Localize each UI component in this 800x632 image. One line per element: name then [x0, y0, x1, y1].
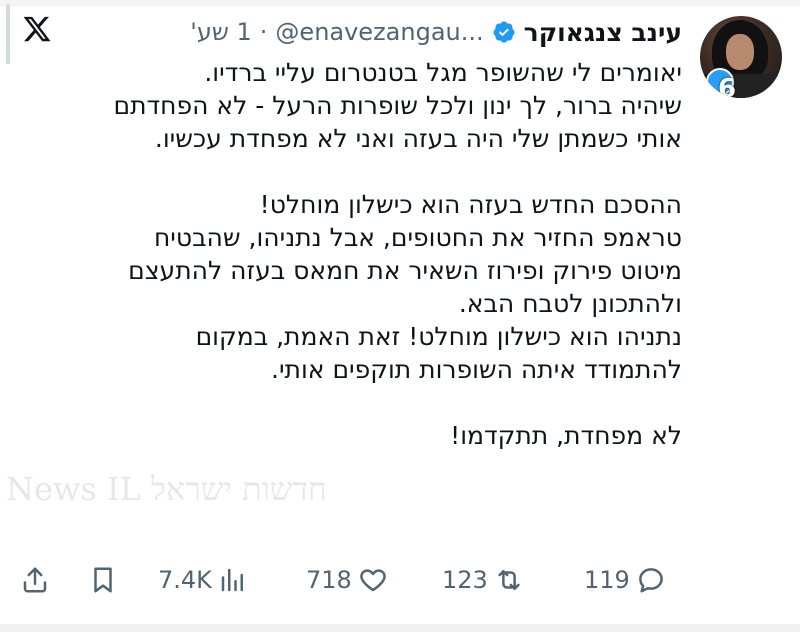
- top-edge: [0, 0, 800, 6]
- retweets-count: 123: [442, 566, 488, 594]
- views-icon: [221, 568, 243, 592]
- like-button[interactable]: 718: [306, 560, 388, 600]
- watermark: News IL חדשות ישראל: [6, 470, 327, 508]
- tweet-line: ההסכם החדש בעזה הוא כישלון מוחלט!: [259, 190, 682, 219]
- bottom-divider: [0, 624, 800, 632]
- author-name[interactable]: עינב צנגאוקר: [524, 18, 682, 47]
- action-bar: 7.4K 718 123 119: [0, 560, 800, 600]
- like-icon: [360, 569, 386, 592]
- replies-count: 119: [584, 566, 630, 594]
- verified-badge-icon: [493, 21, 515, 43]
- views-button[interactable]: 7.4K: [158, 560, 248, 600]
- tweet-line: יאומרים לי שהשופר מגל בטנטרום עליי ברדיו…: [204, 58, 682, 87]
- tweet-line: להתמודד איתה השופרות תוקפים אותי.: [271, 355, 682, 384]
- bookmark-icon: [94, 567, 112, 593]
- reply-icon: [638, 568, 663, 593]
- views-count: 7.4K: [158, 566, 212, 594]
- retweet-icon: [498, 570, 520, 590]
- bookmark-button[interactable]: [88, 560, 118, 600]
- share-button[interactable]: [20, 560, 50, 600]
- share-icon: [23, 567, 47, 593]
- tweet-line: מיטוט פירוק ופירוז השאיר את חמאס בעזה לה…: [128, 256, 682, 285]
- avatar-badge-text: 6: [718, 74, 737, 98]
- tweet-line: טראמפ החזיר את החטופים, אבל נתניהו, שהבט…: [153, 223, 682, 252]
- tweet-header: עינב צנגאוקר @enavezangau... · 1 שע': [190, 14, 682, 50]
- tweet-line: ולהתכונן לטבח הבא.: [458, 289, 682, 318]
- tweet-line: לא מפחדת, תתקדמו!: [450, 421, 682, 450]
- tweet-line: אותי כשמתן שלי היה בעזה ואני לא מפחדת עכ…: [154, 124, 682, 153]
- tweet-line: שיהיה ברור, לך ינון ולכל שופרות הרעל - ל…: [113, 91, 682, 120]
- tweet-text: יאומרים לי שהשופר מגל בטנטרום עליי ברדיו…: [20, 56, 682, 452]
- post-time[interactable]: 1 שע': [190, 18, 252, 46]
- avatar[interactable]: 6: [700, 16, 782, 98]
- x-logo-icon[interactable]: [22, 14, 52, 44]
- header-separator: ·: [259, 18, 268, 46]
- author-handle[interactable]: @enavezangau...: [275, 18, 483, 46]
- reply-button[interactable]: 119: [584, 560, 666, 600]
- tweet-line: נתניהו הוא כישלון מוחלט! זאת האמת, במקום: [195, 322, 682, 351]
- retweet-button[interactable]: 123: [442, 560, 524, 600]
- scroll-edge: [6, 4, 10, 64]
- likes-count: 718: [306, 566, 352, 594]
